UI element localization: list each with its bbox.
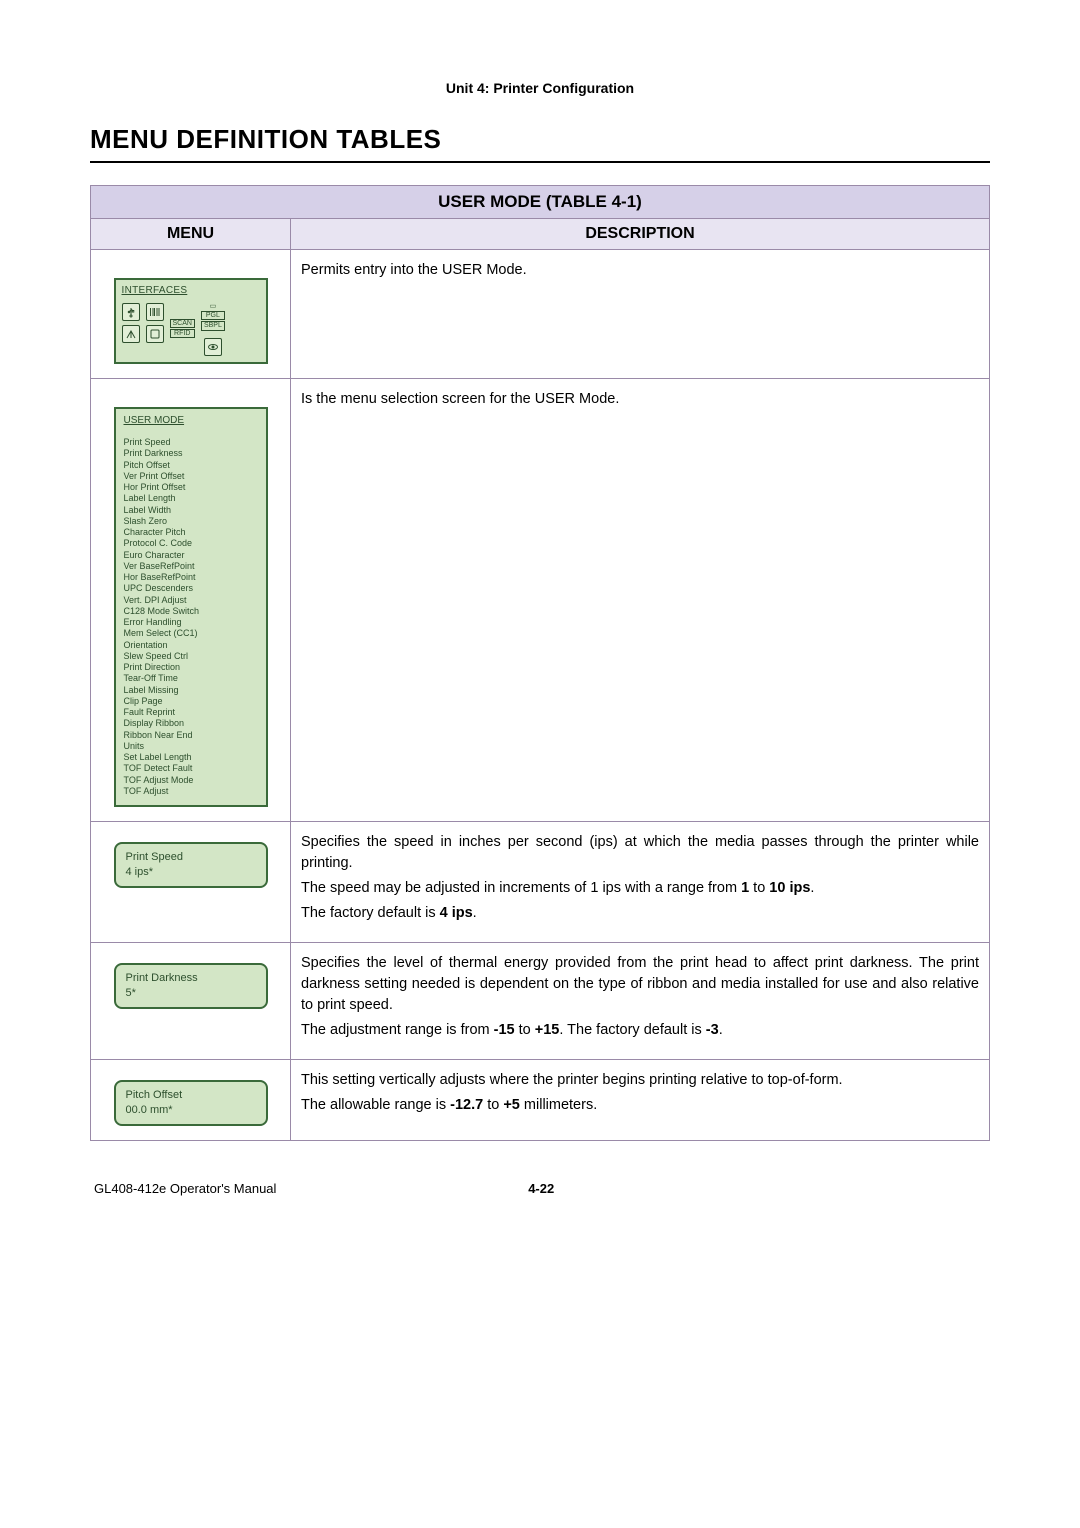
list-item: Hor BaseRefPoint xyxy=(124,572,258,583)
list-item: Error Handling xyxy=(124,617,258,628)
user-mode-list: Print Speed Print Darkness Pitch Offset … xyxy=(124,437,258,797)
section-title: MENU DEFINITION TABLES xyxy=(90,124,990,155)
table-row: USER MODE Print Speed Print Darkness Pit… xyxy=(91,378,990,822)
list-item: Ribbon Near End xyxy=(124,730,258,741)
list-item: Hor Print Offset xyxy=(124,482,258,493)
list-item: Print Darkness xyxy=(124,448,258,459)
title-rule xyxy=(90,161,990,163)
list-item: TOF Detect Fault xyxy=(124,763,258,774)
list-item: Fault Reprint xyxy=(124,707,258,718)
list-item: Set Label Length xyxy=(124,752,258,763)
list-item: Ver BaseRefPoint xyxy=(124,561,258,572)
list-item: TOF Adjust xyxy=(124,786,258,797)
list-item: Euro Character xyxy=(124,550,258,561)
usb-icon xyxy=(122,303,140,321)
user-mode-table: USER MODE (TABLE 4-1) MENU DESCRIPTION I… xyxy=(90,185,990,1141)
list-item: Clip Page xyxy=(124,696,258,707)
description-text: Specifies the level of thermal energy pr… xyxy=(301,953,979,1016)
sbpl-label: SBPL xyxy=(201,321,225,330)
barcode-icon xyxy=(146,303,164,321)
list-item: Mem Select (CC1) xyxy=(124,628,258,639)
table-row: Pitch Offset 00.0 mm* This setting verti… xyxy=(91,1060,990,1141)
menu-cell-pitch-offset: Pitch Offset 00.0 mm* xyxy=(91,1060,291,1141)
list-item: C128 Mode Switch xyxy=(124,606,258,617)
description-text: The allowable range is -12.7 to +5 milli… xyxy=(301,1095,979,1116)
page-footer: GL408-412e Operator's Manual 4-22 xyxy=(90,1181,990,1196)
desc-cell-user-mode: Is the menu selection screen for the USE… xyxy=(291,378,990,822)
interfaces-title: INTERFACES xyxy=(122,284,260,299)
description-text: The speed may be adjusted in increments … xyxy=(301,878,979,899)
menu-cell-print-speed: Print Speed 4 ips* xyxy=(91,822,291,943)
list-item: Display Ribbon xyxy=(124,718,258,729)
menu-cell-interfaces: INTERFACES xyxy=(91,250,291,379)
antenna-icon xyxy=(122,325,140,343)
description-text: Permits entry into the USER Mode. xyxy=(301,260,979,281)
list-item: UPC Descenders xyxy=(124,583,258,594)
scan-label: SCAN xyxy=(170,319,195,328)
list-item: Protocol C. Code xyxy=(124,538,258,549)
print-speed-panel: Print Speed 4 ips* xyxy=(114,842,268,888)
eye-icon xyxy=(204,338,222,356)
footer-manual-name: GL408-412e Operator's Manual xyxy=(94,1181,276,1196)
user-mode-title: USER MODE xyxy=(124,415,258,428)
col-header-description: DESCRIPTION xyxy=(291,219,990,250)
menu-item-title: Pitch Offset xyxy=(126,1088,256,1103)
list-item: Units xyxy=(124,741,258,752)
table-row: Print Darkness 5* Specifies the level of… xyxy=(91,943,990,1060)
footer-page-number: 4-22 xyxy=(528,1181,554,1196)
interfaces-label-stack-2: ▭ PGL SBPL xyxy=(201,303,225,332)
table-row: INTERFACES xyxy=(91,250,990,379)
list-item: Label Missing xyxy=(124,685,258,696)
table-title: USER MODE (TABLE 4-1) xyxy=(91,186,990,219)
description-text: This setting vertically adjusts where th… xyxy=(301,1070,979,1091)
rfid-label: RFID xyxy=(170,329,195,338)
desc-cell-print-speed: Specifies the speed in inches per second… xyxy=(291,822,990,943)
description-text: The factory default is 4 ips. xyxy=(301,903,979,924)
list-item: Ver Print Offset xyxy=(124,471,258,482)
desc-cell-pitch-offset: This setting vertically adjusts where th… xyxy=(291,1060,990,1141)
list-item: Slew Speed Ctrl xyxy=(124,651,258,662)
menu-cell-print-darkness: Print Darkness 5* xyxy=(91,943,291,1060)
list-item: Label Width xyxy=(124,505,258,516)
menu-item-value: 00.0 mm* xyxy=(126,1103,256,1118)
interfaces-panel: INTERFACES xyxy=(114,278,268,364)
description-text: The adjustment range is from -15 to +15.… xyxy=(301,1020,979,1041)
list-item: Orientation xyxy=(124,640,258,651)
menu-item-value: 5* xyxy=(126,986,256,1001)
list-item: Slash Zero xyxy=(124,516,258,527)
list-item: Tear-Off Time xyxy=(124,673,258,684)
description-text: Is the menu selection screen for the USE… xyxy=(301,389,979,410)
interfaces-label-stack: SCAN RFID xyxy=(170,319,195,340)
menu-cell-user-mode: USER MODE Print Speed Print Darkness Pit… xyxy=(91,378,291,822)
list-item: Print Direction xyxy=(124,662,258,673)
list-item: Pitch Offset xyxy=(124,460,258,471)
menu-item-value: 4 ips* xyxy=(126,865,256,880)
table-row: Print Speed 4 ips* Specifies the speed i… xyxy=(91,822,990,943)
menu-item-title: Print Darkness xyxy=(126,971,256,986)
page: Unit 4: Printer Configuration MENU DEFIN… xyxy=(0,0,1080,1236)
pitch-offset-panel: Pitch Offset 00.0 mm* xyxy=(114,1080,268,1126)
unit-header: Unit 4: Printer Configuration xyxy=(90,80,990,96)
list-item: Character Pitch xyxy=(124,527,258,538)
label-icon xyxy=(146,325,164,343)
list-item: Print Speed xyxy=(124,437,258,448)
list-item: TOF Adjust Mode xyxy=(124,775,258,786)
pgl-label: PGL xyxy=(201,311,225,320)
description-text: Specifies the speed in inches per second… xyxy=(301,832,979,874)
col-header-menu: MENU xyxy=(91,219,291,250)
list-item: Vert. DPI Adjust xyxy=(124,595,258,606)
list-item: Label Length xyxy=(124,493,258,504)
desc-cell-print-darkness: Specifies the level of thermal energy pr… xyxy=(291,943,990,1060)
desc-cell-interfaces: Permits entry into the USER Mode. xyxy=(291,250,990,379)
user-mode-panel: USER MODE Print Speed Print Darkness Pit… xyxy=(114,407,268,808)
menu-item-title: Print Speed xyxy=(126,850,256,865)
print-darkness-panel: Print Darkness 5* xyxy=(114,963,268,1009)
